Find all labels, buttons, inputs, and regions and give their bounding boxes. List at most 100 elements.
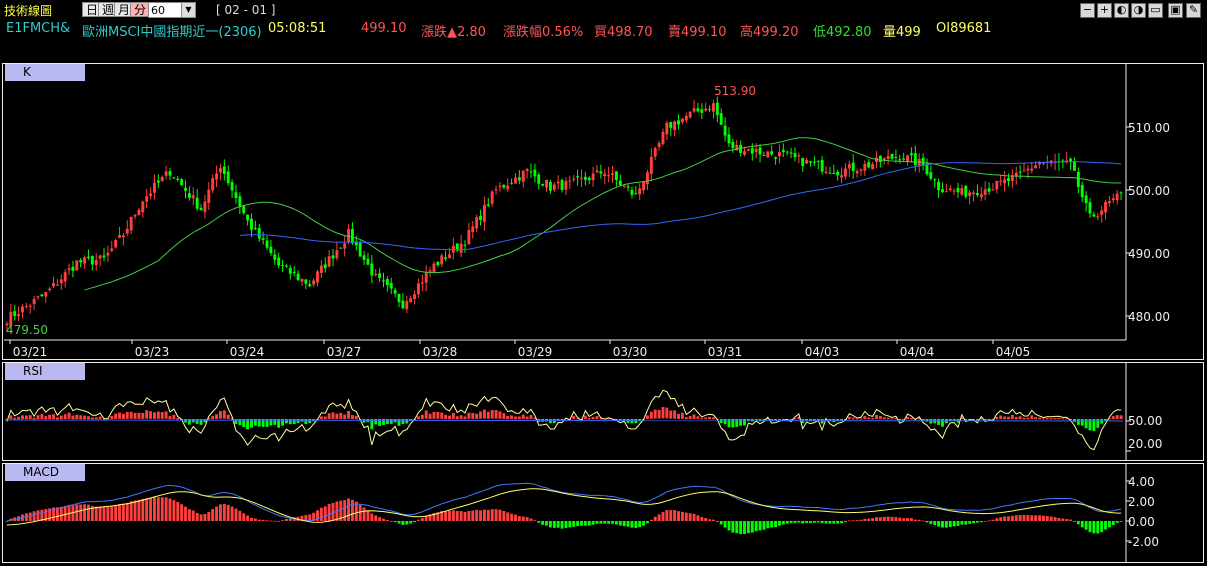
macd-histogram-bar	[521, 516, 525, 521]
rsi-bar	[137, 412, 141, 419]
rsi-bar	[24, 415, 28, 420]
candle-body	[871, 164, 875, 170]
rsi-bar	[168, 416, 172, 420]
candle-body	[370, 263, 374, 276]
macd-histogram-bar	[995, 518, 999, 521]
macd-histogram-bar	[572, 521, 576, 527]
macd-histogram-bar	[459, 511, 463, 521]
rsi-bar	[87, 416, 90, 420]
candle-body	[859, 169, 863, 171]
candle-body	[300, 278, 304, 282]
rsi-bar	[218, 411, 222, 419]
macd-histogram-bar	[420, 518, 424, 521]
macd-histogram-bar	[125, 502, 129, 521]
k-y-tick-label: 490.00	[1128, 247, 1170, 261]
candle-body	[176, 178, 180, 180]
rsi-bar	[129, 411, 133, 419]
rsi-bar	[591, 416, 595, 420]
rsi-bar	[1022, 417, 1026, 420]
macd-histogram-bar	[630, 521, 634, 528]
macd-histogram-bar	[975, 521, 979, 523]
macd-histogram-bar	[253, 518, 257, 521]
rsi-bar	[125, 411, 129, 419]
macd-histogram-bar	[141, 498, 145, 521]
macd-histogram-bar	[1018, 515, 1022, 521]
candle-body	[1119, 192, 1123, 194]
rsi-bar	[882, 417, 886, 420]
rsi-ma-line	[6, 419, 1124, 422]
rsi-bar	[1041, 418, 1045, 420]
macd-histogram-bar	[238, 510, 242, 521]
rsi-bar	[587, 417, 591, 420]
candle-body	[653, 148, 657, 157]
rsi-bar	[176, 417, 180, 420]
candle-body	[87, 256, 90, 259]
x-tick-label: 04/04	[900, 345, 935, 359]
candle-body	[308, 284, 312, 287]
candle-body	[972, 192, 976, 195]
macd-histogram-bar	[494, 509, 498, 521]
candle-body	[358, 243, 362, 257]
macd-histogram-bar	[638, 521, 642, 528]
macd-histogram-bar	[696, 515, 700, 521]
macd-histogram-bar	[187, 509, 191, 521]
macd-histogram-bar	[98, 506, 102, 521]
candle-body	[595, 170, 599, 173]
candle-body	[416, 283, 420, 295]
candle-body	[719, 113, 723, 125]
candle-body	[168, 171, 172, 176]
rsi-bar	[855, 418, 859, 420]
macd-histogram-bar	[587, 521, 591, 526]
candle-body	[420, 282, 424, 284]
candle-body	[424, 272, 428, 283]
x-tick-label: 04/05	[996, 345, 1031, 359]
macd-histogram-bar	[87, 504, 90, 521]
macd-histogram-bar	[164, 497, 168, 521]
rsi-bar	[688, 415, 692, 420]
macd-histogram-bar	[207, 511, 211, 521]
candle-body	[48, 288, 52, 291]
candle-body	[199, 207, 203, 211]
macd-histogram-bar	[416, 519, 420, 521]
macd-histogram-bar	[218, 504, 222, 521]
macd-histogram-bar	[94, 506, 98, 521]
candle-body	[649, 156, 653, 174]
macd-histogram-bar	[1080, 521, 1084, 528]
candle-body	[851, 162, 855, 172]
macd-histogram-bar	[715, 521, 719, 522]
macd-histogram-bar	[890, 516, 894, 521]
candle-body	[890, 153, 894, 159]
candle-body	[463, 244, 467, 246]
candle-body	[948, 188, 952, 191]
rsi-bar	[21, 415, 24, 420]
rsi-bar	[909, 417, 913, 420]
rsi-bar	[1018, 416, 1022, 420]
macd-histogram-bar	[855, 520, 859, 521]
macd-histogram-bar	[385, 519, 389, 521]
rsi-bar	[863, 415, 867, 420]
candle-body	[281, 265, 285, 267]
macd-histogram-bar	[634, 521, 638, 528]
candle-body	[401, 300, 405, 309]
candle-body	[1088, 202, 1092, 214]
rsi-bar	[226, 414, 230, 420]
macd-histogram-bar	[490, 509, 494, 521]
candle-body	[832, 172, 836, 174]
macd-histogram-bar	[548, 521, 552, 528]
rsi-bar	[995, 416, 999, 420]
candle-body	[382, 280, 385, 282]
candle-body	[257, 228, 261, 239]
candle-body	[545, 180, 548, 188]
candle-body	[432, 263, 436, 273]
macd-histogram-bar	[1041, 515, 1045, 521]
macd-histogram-bar	[1076, 521, 1080, 525]
macd-histogram-bar	[1026, 515, 1030, 521]
rsi-bar	[673, 410, 677, 419]
rsi-bar	[941, 419, 944, 427]
candle-body	[343, 243, 347, 249]
macd-histogram-bar	[514, 514, 517, 521]
candle-body	[490, 191, 494, 204]
candle-body	[665, 122, 669, 135]
macd-histogram-bar	[669, 510, 673, 521]
candle-body	[79, 260, 83, 263]
